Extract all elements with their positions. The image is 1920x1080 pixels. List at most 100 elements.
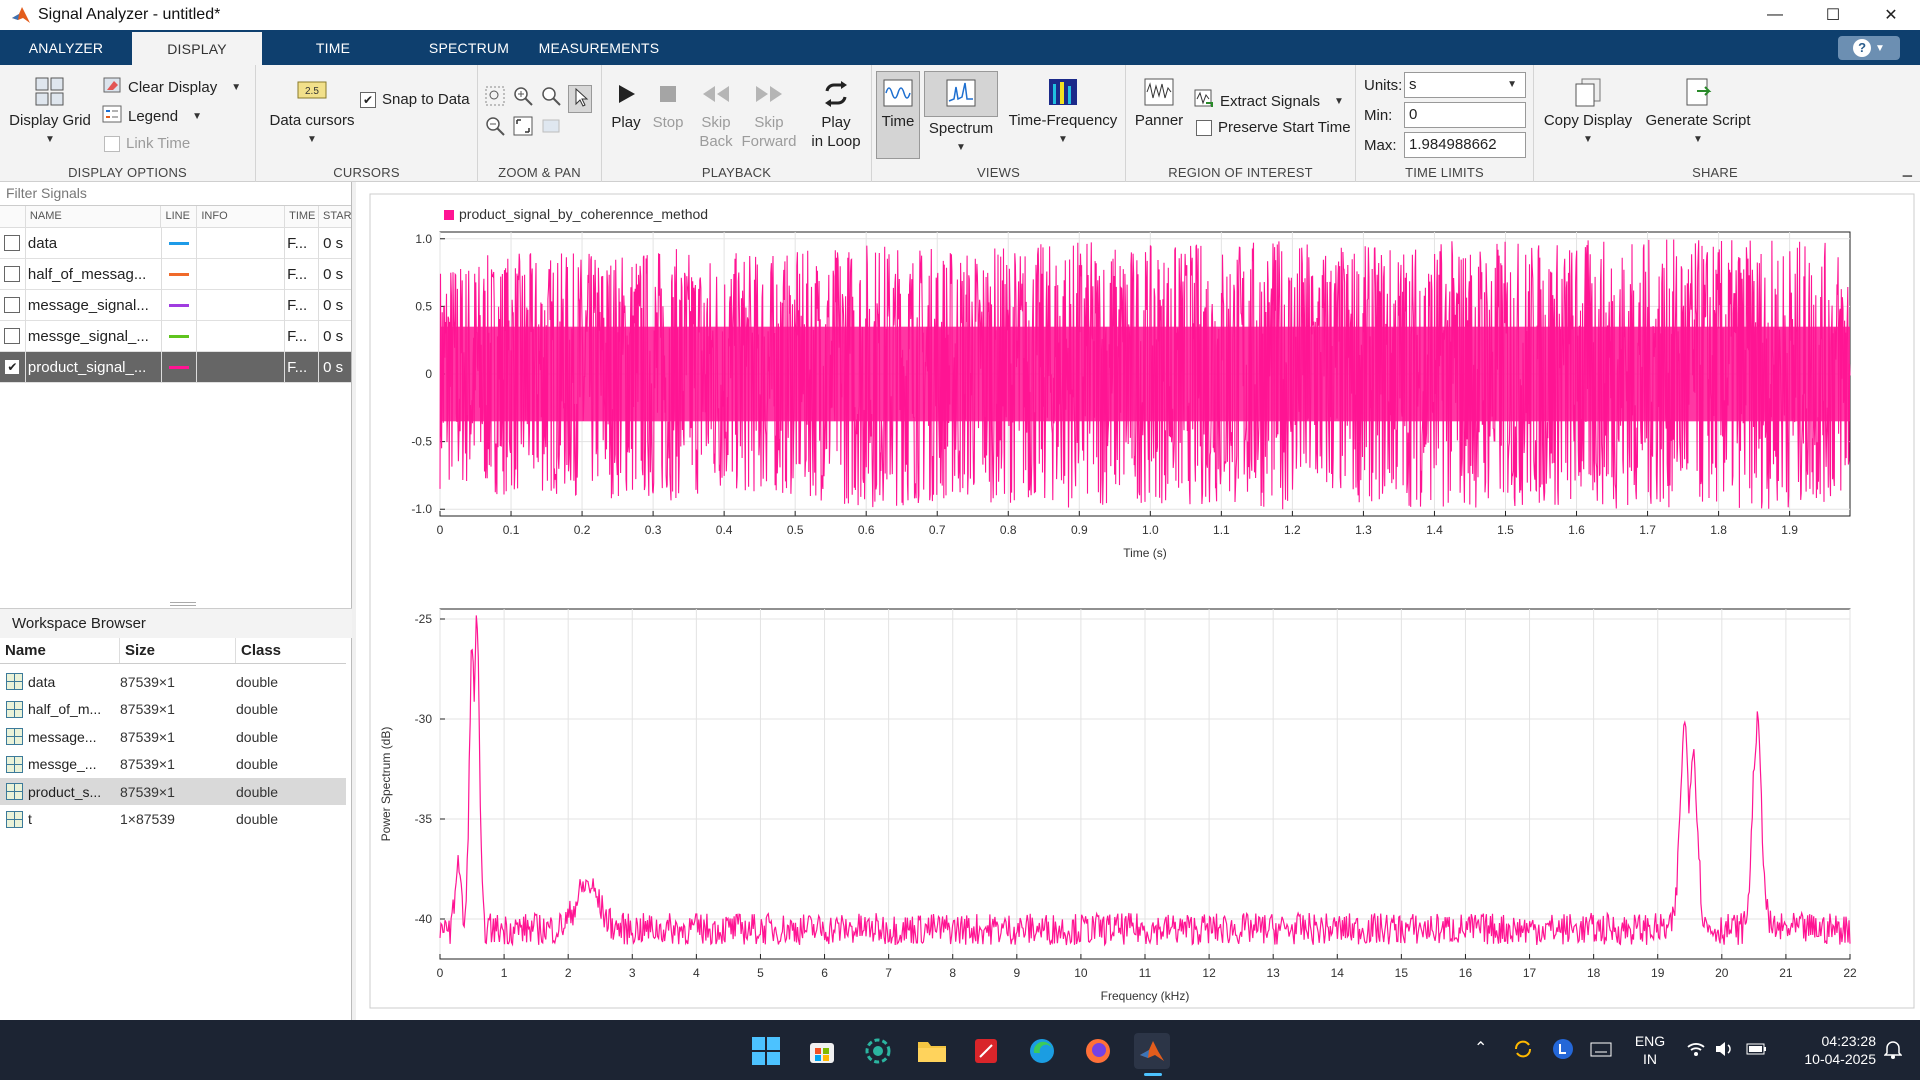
chevron-down-icon: ▼ — [45, 134, 55, 145]
signal-checkbox[interactable] — [0, 320, 26, 352]
pan-icon[interactable] — [540, 115, 562, 141]
col-time[interactable]: TIME — [285, 206, 319, 227]
clock[interactable]: 04:23:28 10-04-2025 — [1784, 1032, 1876, 1068]
workspace-row[interactable]: half_of_m... 87539×1 double — [0, 696, 346, 723]
signal-row[interactable]: message_signal... F... 0 s — [0, 289, 351, 321]
tab-spectrum[interactable]: SPECTRUM — [404, 30, 534, 65]
skip-back-button[interactable]: Skip Back — [692, 77, 740, 151]
zoom-out-icon[interactable] — [484, 115, 506, 141]
time-x-tick-label: 0.7 — [929, 523, 946, 537]
workspace-row[interactable]: messge_... 87539×1 double — [0, 751, 346, 778]
max-field[interactable]: 1.984988662 — [1404, 132, 1526, 158]
workspace-row[interactable]: product_s... 87539×1 double — [0, 778, 346, 805]
store-icon[interactable] — [804, 1033, 840, 1069]
maximize-button[interactable]: ☐ — [1804, 0, 1862, 30]
signal-checkbox[interactable] — [0, 227, 26, 259]
signal-row[interactable]: messge_signal_... F... 0 s — [0, 320, 351, 352]
edge-browser-icon[interactable] — [1024, 1033, 1060, 1069]
signal-row[interactable]: ✔ product_signal_... F... 0 s — [0, 351, 351, 383]
signal-line-swatch[interactable] — [162, 258, 198, 290]
help-button[interactable]: ? ▼ — [1838, 36, 1900, 60]
time-frequency-button[interactable]: Time-Frequency ▼ — [1006, 75, 1120, 149]
sync-icon[interactable] — [1512, 1038, 1534, 1064]
account-icon[interactable] — [1552, 1038, 1574, 1064]
play-in-loop-button[interactable]: Play in Loop — [806, 77, 866, 151]
signal-line-swatch[interactable] — [162, 289, 198, 321]
workspace-row[interactable]: t 1×87539 double — [0, 806, 346, 833]
splitter-handle[interactable] — [170, 602, 196, 606]
signal-line-swatch[interactable] — [162, 320, 198, 352]
generate-script-button[interactable]: Generate Script ▼ — [1642, 75, 1754, 149]
zoom-in-icon[interactable] — [512, 85, 534, 113]
volume-icon[interactable] — [1714, 1040, 1734, 1062]
tab-analyzer[interactable]: ANALYZER — [0, 30, 132, 65]
workspace-row[interactable]: message... 87539×1 double — [0, 723, 346, 750]
minimize-button[interactable]: — — [1746, 0, 1804, 30]
section-label: REGION OF INTEREST — [1168, 165, 1313, 180]
language-indicator[interactable]: ENG IN — [1630, 1032, 1670, 1068]
ws-col-name[interactable]: Name — [0, 638, 120, 663]
ws-col-size[interactable]: Size — [120, 638, 236, 663]
play-button[interactable]: Play — [606, 77, 646, 132]
copy-display-button[interactable]: Copy Display ▼ — [1538, 75, 1638, 149]
signal-checkbox[interactable] — [0, 289, 26, 321]
pdf-editor-icon[interactable] — [968, 1033, 1004, 1069]
col-line[interactable]: LINE — [161, 206, 198, 227]
tab-measurements[interactable]: MEASUREMENTS — [534, 30, 664, 65]
windows-start-icon[interactable] — [748, 1033, 784, 1069]
spec-x-tick-label: 6 — [821, 966, 828, 980]
time-x-tick-label: 1.8 — [1710, 523, 1727, 537]
notification-bell-icon[interactable] — [1883, 1040, 1903, 1064]
file-explorer-icon[interactable] — [914, 1033, 950, 1069]
matlab-taskbar-icon[interactable] — [1134, 1033, 1170, 1069]
plots-svg[interactable]: 0 0.1 0.2 0.3 0.4 0.5 0.6 0.7 0.8 0.9 1.0 1.1 1.2 1.3… — [356, 182, 1920, 1020]
spectrum-view-button[interactable] — [924, 71, 998, 117]
signal-name: product_signal_... — [26, 351, 162, 383]
chevron-down-icon: ▼ — [307, 134, 317, 145]
fit-to-view-icon[interactable] — [512, 115, 534, 141]
filter-signals-input[interactable]: Filter Signals — [0, 182, 351, 206]
wifi-icon[interactable] — [1686, 1040, 1706, 1062]
col-name[interactable]: NAME — [26, 206, 162, 227]
signal-row[interactable]: half_of_messag... F... 0 s — [0, 258, 351, 290]
workspace-row[interactable]: data 87539×1 double — [0, 668, 346, 695]
ws-col-class[interactable]: Class — [236, 638, 346, 663]
snap-to-data-checkbox[interactable]: ✔ Snap to Data — [360, 91, 470, 108]
active-app-indicator — [1144, 1073, 1162, 1076]
zoom-x-icon[interactable] — [540, 85, 562, 113]
preserve-start-time-checkbox[interactable]: Preserve Start Time — [1196, 119, 1351, 136]
tab-display[interactable]: DISPLAY — [132, 32, 262, 65]
legend-swatch — [444, 210, 454, 220]
signal-info — [197, 320, 286, 352]
keyboard-icon[interactable] — [1590, 1038, 1612, 1064]
pointer-icon[interactable] — [568, 85, 592, 113]
signal-line-swatch[interactable] — [162, 351, 198, 383]
data-cursors-button[interactable]: 2.5 Data cursors ▼ — [262, 75, 362, 149]
skip-forward-button[interactable]: Skip Forward — [740, 77, 798, 151]
battery-icon[interactable] — [1746, 1040, 1768, 1062]
link-time-checkbox[interactable]: Link Time — [104, 135, 190, 152]
legend-button[interactable]: Legend ▼ — [102, 105, 202, 127]
signal-checkbox[interactable] — [0, 258, 26, 290]
stop-button[interactable]: Stop — [648, 77, 688, 132]
collapse-ribbon-icon[interactable]: ▁ — [1903, 163, 1912, 177]
min-field[interactable]: 0 — [1404, 102, 1526, 128]
col-start[interactable]: STAR — [319, 206, 352, 227]
zoom-fit-icon[interactable] — [484, 85, 506, 113]
units-dropdown[interactable]: s ▼ — [1404, 72, 1526, 98]
display-grid-button[interactable]: Display Grid ▼ — [6, 75, 94, 149]
spectrum-view-label-button[interactable]: Spectrum ▼ — [924, 119, 998, 157]
extract-signals-button[interactable]: Extract Signals ▼ — [1194, 89, 1344, 113]
panner-button[interactable]: Panner — [1132, 75, 1186, 130]
firefox-icon[interactable] — [1080, 1033, 1116, 1069]
show-hidden-icons[interactable]: ⌃ — [1474, 1040, 1487, 1058]
signal-row[interactable]: data F... 0 s — [0, 227, 351, 259]
close-button[interactable]: ✕ — [1862, 0, 1920, 30]
tab-time[interactable]: TIME — [262, 30, 404, 65]
signal-line-swatch[interactable] — [162, 227, 198, 259]
col-info[interactable]: INFO — [197, 206, 286, 227]
app-icon[interactable] — [860, 1033, 896, 1069]
signal-checkbox[interactable]: ✔ — [0, 351, 26, 383]
time-view-button[interactable]: Time — [876, 71, 920, 159]
clear-display-button[interactable]: Clear Display ▼ — [102, 76, 241, 98]
